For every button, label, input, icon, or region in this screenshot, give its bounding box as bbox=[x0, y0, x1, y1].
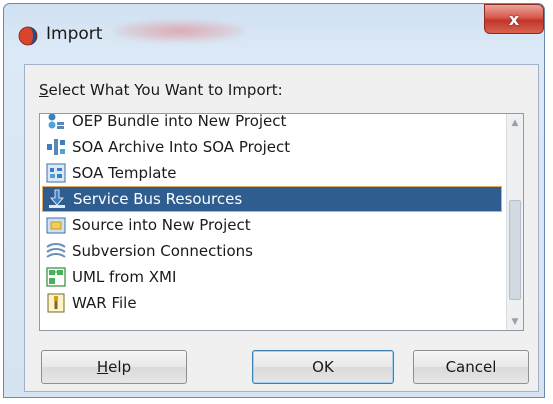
close-icon: x bbox=[508, 9, 520, 29]
source-folder-icon bbox=[46, 217, 66, 234]
import-type-list[interactable]: OEP Bundle into New Project SOA Archive … bbox=[39, 113, 524, 331]
list-item[interactable]: WAR File bbox=[42, 290, 502, 316]
list-item-label: Subversion Connections bbox=[72, 242, 253, 260]
list-item[interactable]: SOA Template bbox=[42, 160, 502, 186]
list-item-label: Source into New Project bbox=[72, 216, 251, 234]
prompt-label-rest: elect What You Want to Import: bbox=[48, 81, 283, 99]
help-button[interactable]: Help bbox=[41, 350, 187, 384]
ok-label: OK bbox=[312, 358, 334, 376]
title-obscured-region bbox=[114, 20, 244, 42]
list-item-label: WAR File bbox=[72, 294, 137, 312]
list-scrollbar[interactable]: ▲ ▼ bbox=[506, 114, 523, 330]
help-mnemonic: H bbox=[96, 358, 109, 376]
cancel-label: Cancel bbox=[445, 358, 497, 376]
list-item-label: SOA Archive Into SOA Project bbox=[72, 138, 291, 156]
uml-icon bbox=[46, 267, 66, 287]
prompt-mnemonic: S bbox=[39, 81, 49, 99]
import-dialog: Import x Select What You Want to Import:… bbox=[3, 3, 545, 398]
soa-archive-icon bbox=[47, 139, 65, 155]
list-item-label: Service Bus Resources bbox=[73, 190, 243, 208]
subversion-icon bbox=[46, 243, 66, 258]
scroll-up-icon[interactable]: ▲ bbox=[507, 114, 523, 131]
list-item-label: OEP Bundle into New Project bbox=[72, 113, 287, 130]
scroll-thumb[interactable] bbox=[509, 200, 521, 300]
list-item[interactable]: Subversion Connections bbox=[42, 238, 502, 264]
service-bus-icon bbox=[49, 189, 65, 208]
list-item-selected[interactable]: Service Bus Resources bbox=[42, 186, 502, 212]
oep-bundle-icon bbox=[48, 114, 64, 129]
title-bar[interactable]: Import x bbox=[4, 4, 544, 64]
soa-template-icon bbox=[46, 163, 66, 183]
war-file-icon bbox=[47, 293, 65, 313]
cancel-button[interactable]: Cancel bbox=[413, 350, 529, 384]
list-item[interactable]: UML from XMI bbox=[42, 264, 502, 290]
ok-button[interactable]: OK bbox=[252, 350, 394, 384]
window-title: Import bbox=[46, 24, 103, 44]
list-item[interactable]: Source into New Project bbox=[42, 212, 502, 238]
prompt-label: Select What You Want to Import: bbox=[39, 81, 283, 99]
list-item[interactable]: OEP Bundle into New Project bbox=[42, 113, 502, 134]
dialog-body: Select What You Want to Import: OEP Bund… bbox=[24, 64, 539, 392]
scroll-down-icon[interactable]: ▼ bbox=[507, 313, 523, 330]
list-item[interactable]: SOA Archive Into SOA Project bbox=[42, 134, 502, 160]
app-icon bbox=[18, 26, 38, 46]
close-button[interactable]: x bbox=[484, 4, 544, 34]
help-label-rest: elp bbox=[108, 358, 132, 376]
list-item-label: SOA Template bbox=[72, 164, 177, 182]
list-item-label: UML from XMI bbox=[72, 268, 177, 286]
